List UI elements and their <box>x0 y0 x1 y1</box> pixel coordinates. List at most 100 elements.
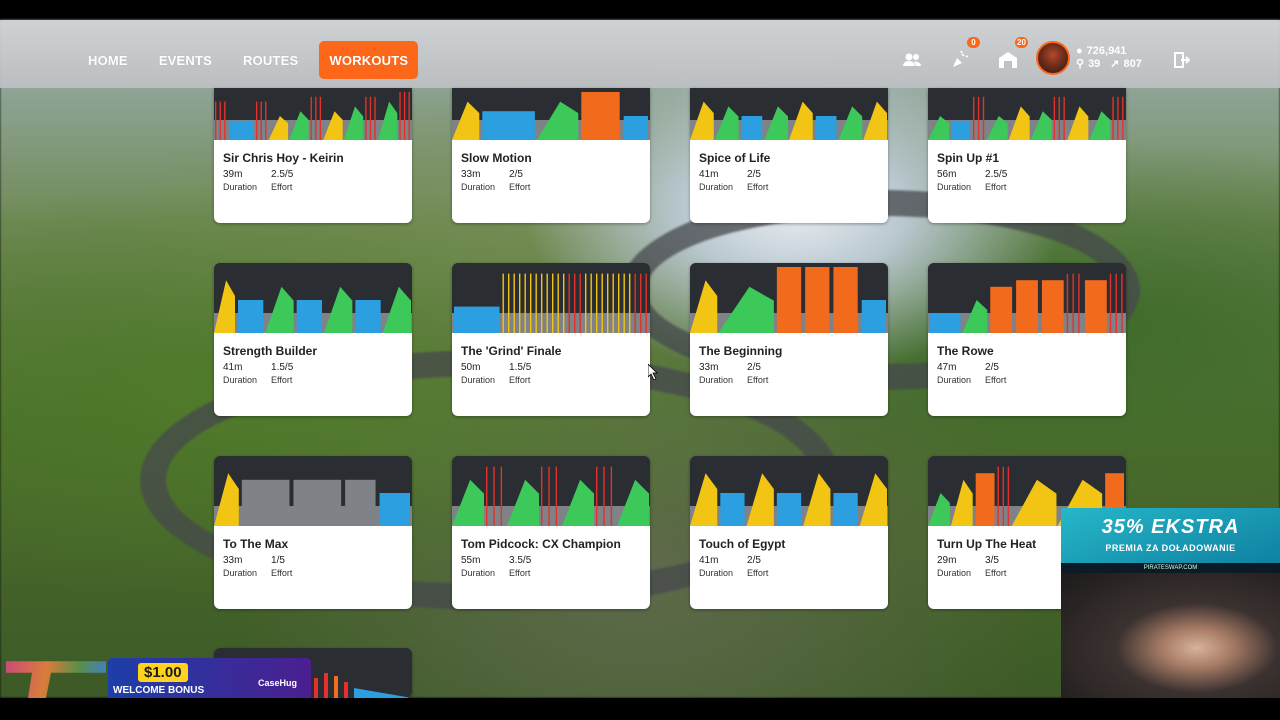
workout-duration: 29m Duration <box>937 555 971 579</box>
interval-block <box>1016 280 1038 333</box>
interval-bar <box>1007 466 1010 526</box>
interval-bar <box>574 273 576 333</box>
workout-stats: 33m Duration 1/5 Effort <box>223 555 292 579</box>
letterbox-bottom <box>0 698 1280 720</box>
workout-card[interactable]: Slow Motion 33m Duration 2/5 Effort <box>452 88 650 223</box>
workout-effort-label: Effort <box>747 375 769 385</box>
workout-card[interactable]: Tom Pidcock: CX Champion 55m Duration 3.5/5… <box>452 456 650 609</box>
workout-effort-value: 3/5 <box>985 555 999 566</box>
garage-icon[interactable]: 20 <box>996 37 1028 72</box>
interval-bar <box>612 273 614 333</box>
tab-home[interactable]: HOME <box>78 41 138 79</box>
interval-block <box>833 493 858 526</box>
interval-bar <box>1122 96 1124 140</box>
interval-bar <box>374 96 376 140</box>
workout-effort: 2/5 Effort <box>747 169 768 193</box>
bonus-brand: CaseHug <box>258 678 298 688</box>
interval-block <box>776 267 802 333</box>
workout-effort: 2.5/5 Effort <box>271 169 293 193</box>
workout-duration-label: Duration <box>937 182 972 192</box>
workout-profile-chart <box>452 88 650 140</box>
workout-title: Strength Builder <box>223 344 318 358</box>
workout-duration: 55m Duration <box>461 555 495 579</box>
workout-card[interactable]: The 'Grind' Finale 50m Duration 1.5/5 Effort <box>452 263 650 416</box>
interval-bar <box>640 273 642 333</box>
interval-block <box>776 493 802 526</box>
workout-title: Touch of Egypt <box>699 537 786 551</box>
workout-duration-value: 41m <box>699 169 719 180</box>
workout-effort: 1/5 Effort <box>271 555 292 579</box>
interval-block <box>454 306 500 333</box>
workout-card[interactable]: Touch of Egypt 41m Duration 2/5 Effort <box>690 456 888 609</box>
interval-bar <box>1002 466 1005 526</box>
interval-bar <box>265 101 267 140</box>
workout-profile-chart <box>690 263 888 333</box>
workout-duration-label: Duration <box>461 182 496 192</box>
workout-duration-label: Duration <box>223 568 258 578</box>
workout-card[interactable]: The Rowe 47m Duration 2/5 Effort <box>928 263 1126 416</box>
interval-bar <box>548 466 550 526</box>
friends-icon[interactable] <box>900 48 924 72</box>
workout-title: To The Max <box>223 537 289 551</box>
interval-bar <box>546 273 548 333</box>
workout-duration: 56m Duration <box>937 169 971 193</box>
workout-duration-value: 33m <box>699 362 719 373</box>
interval-bar <box>369 96 372 140</box>
interval-bar <box>1063 96 1065 140</box>
workout-duration: 47m Duration <box>937 362 971 386</box>
workout-duration: 33m Duration <box>461 169 495 193</box>
workout-card[interactable]: Sir Chris Hoy - Keirin 39m Duration 2.5/5 Ef… <box>214 88 412 223</box>
interval-bar <box>1117 96 1119 140</box>
workout-profile-chart <box>690 456 888 526</box>
promo-title: 35% EKSTRA <box>1101 516 1240 538</box>
workout-profile-chart <box>214 263 412 333</box>
interval-bar <box>541 273 543 333</box>
interval-bar <box>403 92 406 140</box>
workout-card[interactable]: Spin Up #1 56m Duration 2.5/5 Effort <box>928 88 1126 223</box>
interval-block <box>229 120 253 140</box>
drops-value: 726,941 <box>1086 45 1127 57</box>
interval-block <box>1041 280 1064 333</box>
workout-card[interactable]: To The Max 33m Duration 1/5 Effort <box>214 456 412 609</box>
notifications-icon[interactable]: 0 <box>948 37 980 72</box>
interval-block <box>861 300 886 333</box>
workout-duration-label: Duration <box>699 568 734 578</box>
workout-duration-value: 56m <box>937 169 957 180</box>
workout-effort-label: Effort <box>271 568 293 578</box>
interval-bar <box>977 96 980 140</box>
interval-bar <box>601 273 603 333</box>
workout-card[interactable]: Strength Builder 41m Duration 1.5/5 Effort <box>214 263 412 416</box>
workout-profile-chart <box>452 456 650 526</box>
level-value: 39 <box>1088 58 1101 70</box>
interval-bar <box>255 101 258 140</box>
interval-bar <box>579 273 581 333</box>
tab-routes[interactable]: ROUTES <box>233 41 308 79</box>
interval-block <box>238 300 264 333</box>
workout-effort-value: 1/5 <box>271 555 285 566</box>
mouse-cursor <box>647 363 658 381</box>
workout-stats: 39m Duration 2.5/5 Effort <box>223 169 293 193</box>
workout-title: Spin Up #1 <box>937 151 1000 165</box>
interval-bar <box>399 92 401 140</box>
workout-profile-chart <box>452 263 650 333</box>
interval-bar <box>365 96 367 140</box>
exit-icon[interactable] <box>1172 51 1191 69</box>
drops-icon: ● <box>1076 45 1083 57</box>
workout-stats: 41m Duration 2/5 Effort <box>699 169 768 193</box>
workout-card[interactable]: The Beginning 33m Duration 2/5 Effort <box>690 263 888 416</box>
tab-workouts[interactable]: WORKOUTS <box>319 41 419 79</box>
workout-card[interactable]: Spice of Life 41m Duration 2/5 Effort <box>690 88 888 223</box>
tab-events[interactable]: EVENTS <box>149 41 222 79</box>
avatar[interactable] <box>1036 41 1070 75</box>
workout-duration-value: 50m <box>461 362 481 373</box>
workout-effort-value: 2/5 <box>747 362 761 373</box>
promo-site: PIRATESWAP.COM <box>1061 563 1280 573</box>
workout-effort: 2/5 Effort <box>747 555 768 579</box>
interval-bar <box>623 273 625 333</box>
workout-title: Turn Up The Heat <box>937 537 1037 551</box>
workout-duration-value: 47m <box>937 362 957 373</box>
workout-effort-value: 1.5/5 <box>271 362 294 373</box>
workout-effort-value: 2/5 <box>985 362 999 373</box>
nav-tabs: HOME EVENTS ROUTES WORKOUTS <box>78 41 429 79</box>
workout-stats: 55m Duration 3.5/5 Effort <box>461 555 531 579</box>
